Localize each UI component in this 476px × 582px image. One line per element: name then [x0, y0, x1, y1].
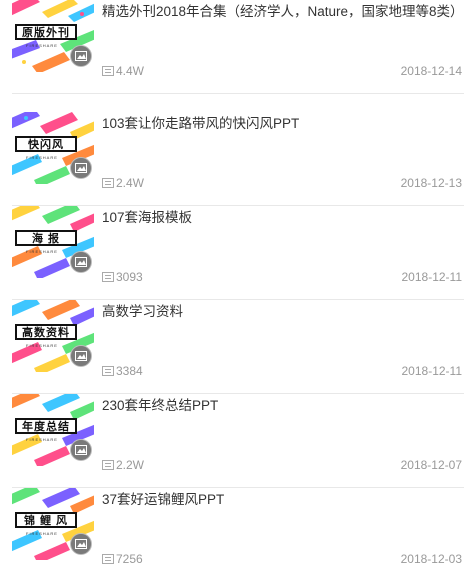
article-title[interactable]: 103套让你走路带风的快闪风PPT — [102, 114, 464, 133]
views-icon — [102, 272, 114, 282]
view-count: 2.4W — [102, 176, 144, 190]
view-count: 7256 — [102, 552, 143, 566]
divider — [12, 93, 464, 94]
view-count: 3384 — [102, 364, 143, 378]
thumbnail-label: 原版外刊 — [15, 24, 77, 40]
list-item[interactable]: 高数资料 FIRESHARE 高数学习资料 3384 2018-12-11 — [0, 300, 476, 394]
views-icon — [102, 178, 114, 188]
thumbnail: 海 报 FIRESHARE — [12, 206, 94, 278]
view-count: 3093 — [102, 270, 143, 284]
thumbnail-label: 年度总结 — [15, 418, 77, 434]
image-icon — [70, 157, 92, 179]
publish-date: 2018-12-11 — [401, 270, 463, 284]
thumbnail: 年度总结 FIRESHARE — [12, 394, 94, 466]
publish-date: 2018-12-13 — [400, 176, 462, 190]
thumbnail-brand: FIRESHARE — [26, 437, 58, 442]
publish-date: 2018-12-11 — [401, 364, 463, 378]
view-count-value: 4.4W — [116, 64, 145, 78]
list-item[interactable]: 海 报 FIRESHARE 107套海报模板 3093 2018-12-11 — [0, 206, 476, 300]
view-count-value: 2.4W — [116, 176, 145, 190]
article-title[interactable]: 107套海报模板 — [102, 208, 464, 227]
view-count: 4.4W — [102, 64, 144, 78]
image-icon — [70, 251, 92, 273]
thumbnail-label: 快闪风 — [15, 136, 77, 152]
thumbnail-brand: FIRESHARE — [26, 531, 58, 536]
thumbnail-brand: FIRESHARE — [26, 249, 58, 254]
publish-date: 2018-12-07 — [400, 458, 462, 472]
views-icon — [102, 460, 114, 470]
view-count: 2.2W — [102, 458, 144, 472]
views-icon — [102, 366, 114, 376]
image-icon — [70, 533, 92, 555]
article-list: 原版外刊 FIRESHARE 精选外刊2018年合集（经济学人，Nature，国… — [0, 0, 476, 570]
view-count-value: 2.2W — [116, 458, 145, 472]
thumbnail-brand: FIRESHARE — [26, 343, 58, 348]
thumbnail-label: 锦 鲤 风 — [15, 512, 77, 528]
thumbnail-brand: FIRESHARE — [26, 43, 58, 48]
publish-date: 2018-12-14 — [400, 64, 462, 78]
thumbnail: 锦 鲤 风 FIRESHARE — [12, 488, 94, 560]
image-icon — [70, 45, 92, 67]
article-title[interactable]: 37套好运锦鲤风PPT — [102, 490, 464, 509]
views-icon — [102, 66, 114, 76]
thumbnail: 高数资料 FIRESHARE — [12, 300, 94, 372]
article-title[interactable]: 高数学习资料 — [102, 302, 464, 321]
thumbnail: 原版外刊 FIRESHARE — [12, 0, 94, 72]
article-title[interactable]: 精选外刊2018年合集（经济学人，Nature，国家地理等8类） — [102, 2, 464, 21]
view-count-value: 3384 — [116, 364, 143, 378]
view-count-value: 7256 — [116, 552, 143, 566]
article-title[interactable]: 230套年终总结PPT — [102, 396, 464, 415]
views-icon — [102, 554, 114, 564]
thumbnail: 快闪风 FIRESHARE — [12, 112, 94, 184]
publish-date: 2018-12-03 — [400, 552, 462, 566]
thumbnail-brand: FIRESHARE — [26, 155, 58, 160]
image-icon — [70, 345, 92, 367]
list-item[interactable]: 原版外刊 FIRESHARE 精选外刊2018年合集（经济学人，Nature，国… — [0, 0, 476, 94]
list-item[interactable]: 快闪风 FIRESHARE 103套让你走路带风的快闪风PPT 2.4W 201… — [0, 112, 476, 206]
list-item[interactable]: 锦 鲤 风 FIRESHARE 37套好运锦鲤风PPT 7256 2018-12… — [0, 488, 476, 582]
thumbnail-label: 高数资料 — [15, 324, 77, 340]
list-item[interactable]: 年度总结 FIRESHARE 230套年终总结PPT 2.2W 2018-12-… — [0, 394, 476, 488]
view-count-value: 3093 — [116, 270, 143, 284]
thumbnail-label: 海 报 — [15, 230, 77, 246]
image-icon — [70, 439, 92, 461]
